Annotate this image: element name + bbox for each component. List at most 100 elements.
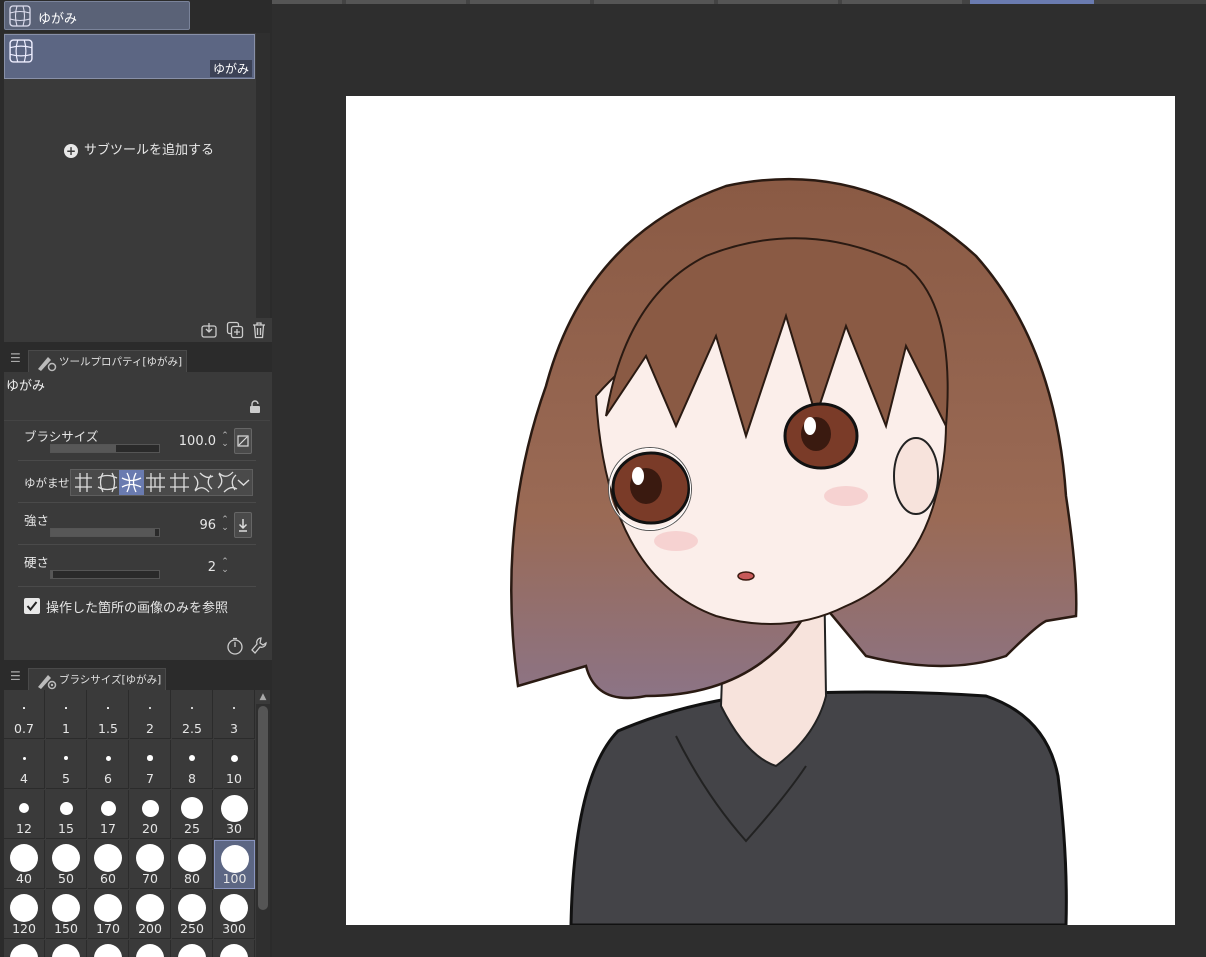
brush-size-spinner[interactable]: ⌃ ⌄ [220,432,230,450]
brush-size-170[interactable]: 170 [88,890,129,939]
brush-size-value-label: 170 [96,921,120,936]
strength-slider[interactable] [50,528,160,537]
brush-size-10[interactable]: 10 [214,740,255,789]
distort-grid-button[interactable] [167,470,192,495]
brush-size-cell-partial[interactable] [4,940,45,957]
panel-menu-icon[interactable]: ☰ [10,669,21,683]
document-tab-active[interactable] [970,0,1094,4]
import-icon[interactable] [200,321,218,339]
unlock-icon[interactable] [248,400,262,414]
distort-parallel-button[interactable] [143,470,168,495]
distort-mode-selector[interactable] [70,469,253,496]
brush-size-2[interactable]: 2 [130,690,171,739]
brush-size-value-label: 2.5 [182,721,202,736]
brush-size-pressure-button[interactable] [234,428,252,454]
wrench-icon[interactable] [250,636,268,656]
brush-size-slider[interactable] [50,444,160,453]
brush-size-preview-dot [178,894,206,922]
tool-name-box: ゆがみ [4,372,270,421]
strength-spinner[interactable]: ⌃ ⌄ [220,516,230,534]
scrollbar-thumb[interactable] [258,706,268,910]
brush-size-12[interactable]: 12 [4,790,45,839]
distort-expand-button[interactable] [95,470,120,495]
brush-size-0_7[interactable]: 0.7 [4,690,45,739]
hardness-spinner[interactable]: ⌃ ⌄ [220,558,230,576]
document-tab[interactable] [346,0,466,4]
brush-size-value-label: 5 [62,771,70,786]
brush-size-cell-partial[interactable] [130,940,171,957]
brush-size-40[interactable]: 40 [4,840,45,889]
brush-size-8[interactable]: 8 [172,740,213,789]
hardness-slider[interactable] [50,570,160,579]
trash-icon[interactable] [250,321,268,339]
distort-pinch-button[interactable] [119,470,144,495]
divider [18,502,256,503]
brush-size-preview-dot [10,844,38,872]
brush-size-50[interactable]: 50 [46,840,87,889]
strength-value[interactable]: 96 [164,518,216,533]
subtool-scrollbar[interactable] [256,33,270,318]
document-tab[interactable] [272,0,342,4]
brush-size-5[interactable]: 5 [46,740,87,789]
duplicate-icon[interactable] [226,321,244,339]
brush-size-70[interactable]: 70 [130,840,171,889]
brush-size-25[interactable]: 25 [172,790,213,839]
brush-size-4[interactable]: 4 [4,740,45,789]
tab-tool-property[interactable]: ツールプロパティ[ゆがみ] [28,350,188,372]
scroll-up-icon[interactable]: ▲ [256,690,270,704]
brush-size-250[interactable]: 250 [172,890,213,939]
distort-push-button[interactable] [71,470,96,495]
document-tab[interactable] [718,0,838,4]
brush-size-value-label: 12 [16,821,32,836]
stopwatch-icon[interactable] [226,637,244,655]
panel-menu-icon[interactable]: ☰ [10,351,21,365]
brush-size-1[interactable]: 1 [46,690,87,739]
document-tab[interactable] [594,0,714,4]
brush-size-preview-dot [22,756,26,760]
brush-size-2_5[interactable]: 2.5 [172,690,213,739]
brush-size-300[interactable]: 300 [214,890,255,939]
brush-size-cell-partial[interactable] [46,940,87,957]
brush-size-6[interactable]: 6 [88,740,129,789]
subtool-item-liquify[interactable]: ゆがみ [4,34,255,79]
brush-size-120[interactable]: 120 [4,890,45,939]
hardness-value[interactable]: 2 [164,560,216,575]
tool-property-header: ☰ ツールプロパティ[ゆがみ] [0,346,272,372]
distort-dropdown[interactable] [235,470,252,495]
strength-pressure-button[interactable] [234,512,252,538]
brush-size-value-label: 25 [184,821,200,836]
tab-brush-size[interactable]: ブラシサイズ[ゆがみ] [28,668,167,690]
brush-size-3[interactable]: 3 [214,690,255,739]
twist-left-distort-icon [193,472,214,493]
brush-size-value-label: 60 [100,871,116,886]
brush-size-200[interactable]: 200 [130,890,171,939]
brush-size-15[interactable]: 15 [46,790,87,839]
brush-size-value-label: 150 [54,921,78,936]
reference-checkbox[interactable] [24,598,40,614]
brush-size-20[interactable]: 20 [130,790,171,839]
hardness-slider-fill [51,571,54,578]
tool-group-tab[interactable]: ゆがみ [4,1,190,30]
strength-label: 強さ [24,513,50,528]
canvas-area[interactable] [272,0,1206,957]
brush-size-cell-partial[interactable] [88,940,129,957]
brush-size-30[interactable]: 30 [214,790,255,839]
brush-size-7[interactable]: 7 [130,740,171,789]
brush-size-scrollbar[interactable]: ▲ [256,690,270,957]
brush-size-preview-dot [220,845,249,873]
brush-size-1_5[interactable]: 1.5 [88,690,129,739]
brush-size-cell-partial[interactable] [172,940,213,957]
brush-size-150[interactable]: 150 [46,890,87,939]
document-tab[interactable] [842,0,962,4]
brush-size-17[interactable]: 17 [88,790,129,839]
distort-twist-left-button[interactable] [191,470,216,495]
add-subtool-button[interactable]: + サブツールを追加する [64,139,214,158]
brush-size-60[interactable]: 60 [88,840,129,889]
brush-size-cell-partial[interactable] [214,940,255,957]
document-tab[interactable] [470,0,590,4]
brush-cursor [609,448,691,530]
brush-size-80[interactable]: 80 [172,840,213,889]
drawing-canvas[interactable] [346,96,1175,925]
brush-size-100[interactable]: 100 [214,840,255,889]
brush-size-value[interactable]: 100.0 [164,434,216,449]
